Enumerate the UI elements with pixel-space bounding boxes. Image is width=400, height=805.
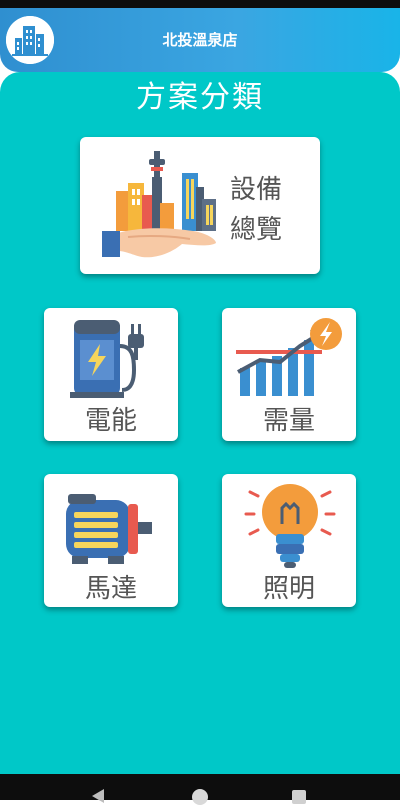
ev-charger-icon (70, 320, 144, 398)
city-in-hand-icon (102, 151, 216, 258)
motor-label: 馬達 (84, 574, 137, 604)
light-bulb-icon (244, 484, 336, 568)
app-header: 北投溫泉店 (0, 8, 400, 72)
back-triangle-icon[interactable] (92, 789, 104, 803)
home-circle-icon[interactable] (192, 789, 208, 805)
electric-energy-card[interactable]: 電能 (44, 308, 178, 441)
motor-icon (66, 494, 152, 564)
lighting-label: 照明 (262, 574, 315, 604)
page-title: 方案分類 (136, 80, 264, 115)
motor-card[interactable]: 馬達 (44, 474, 178, 607)
system-navigation-bar (0, 774, 400, 805)
main-panel: 方案分類 設備 總覽 電能 需量 馬達 照明 (0, 72, 400, 774)
lighting-card[interactable]: 照明 (222, 474, 356, 607)
overview-label-line2: 總覽 (230, 215, 283, 245)
equipment-overview-card[interactable]: 設備 總覽 (80, 137, 320, 274)
demand-chart-icon (236, 318, 342, 396)
electric-label: 電能 (84, 406, 137, 436)
demand-card[interactable]: 需量 (222, 308, 356, 441)
store-title: 北投溫泉店 (162, 31, 238, 49)
overview-label-line1: 設備 (230, 175, 283, 205)
status-bar (0, 0, 400, 8)
demand-label: 需量 (262, 406, 315, 436)
recent-square-icon[interactable] (292, 790, 306, 804)
